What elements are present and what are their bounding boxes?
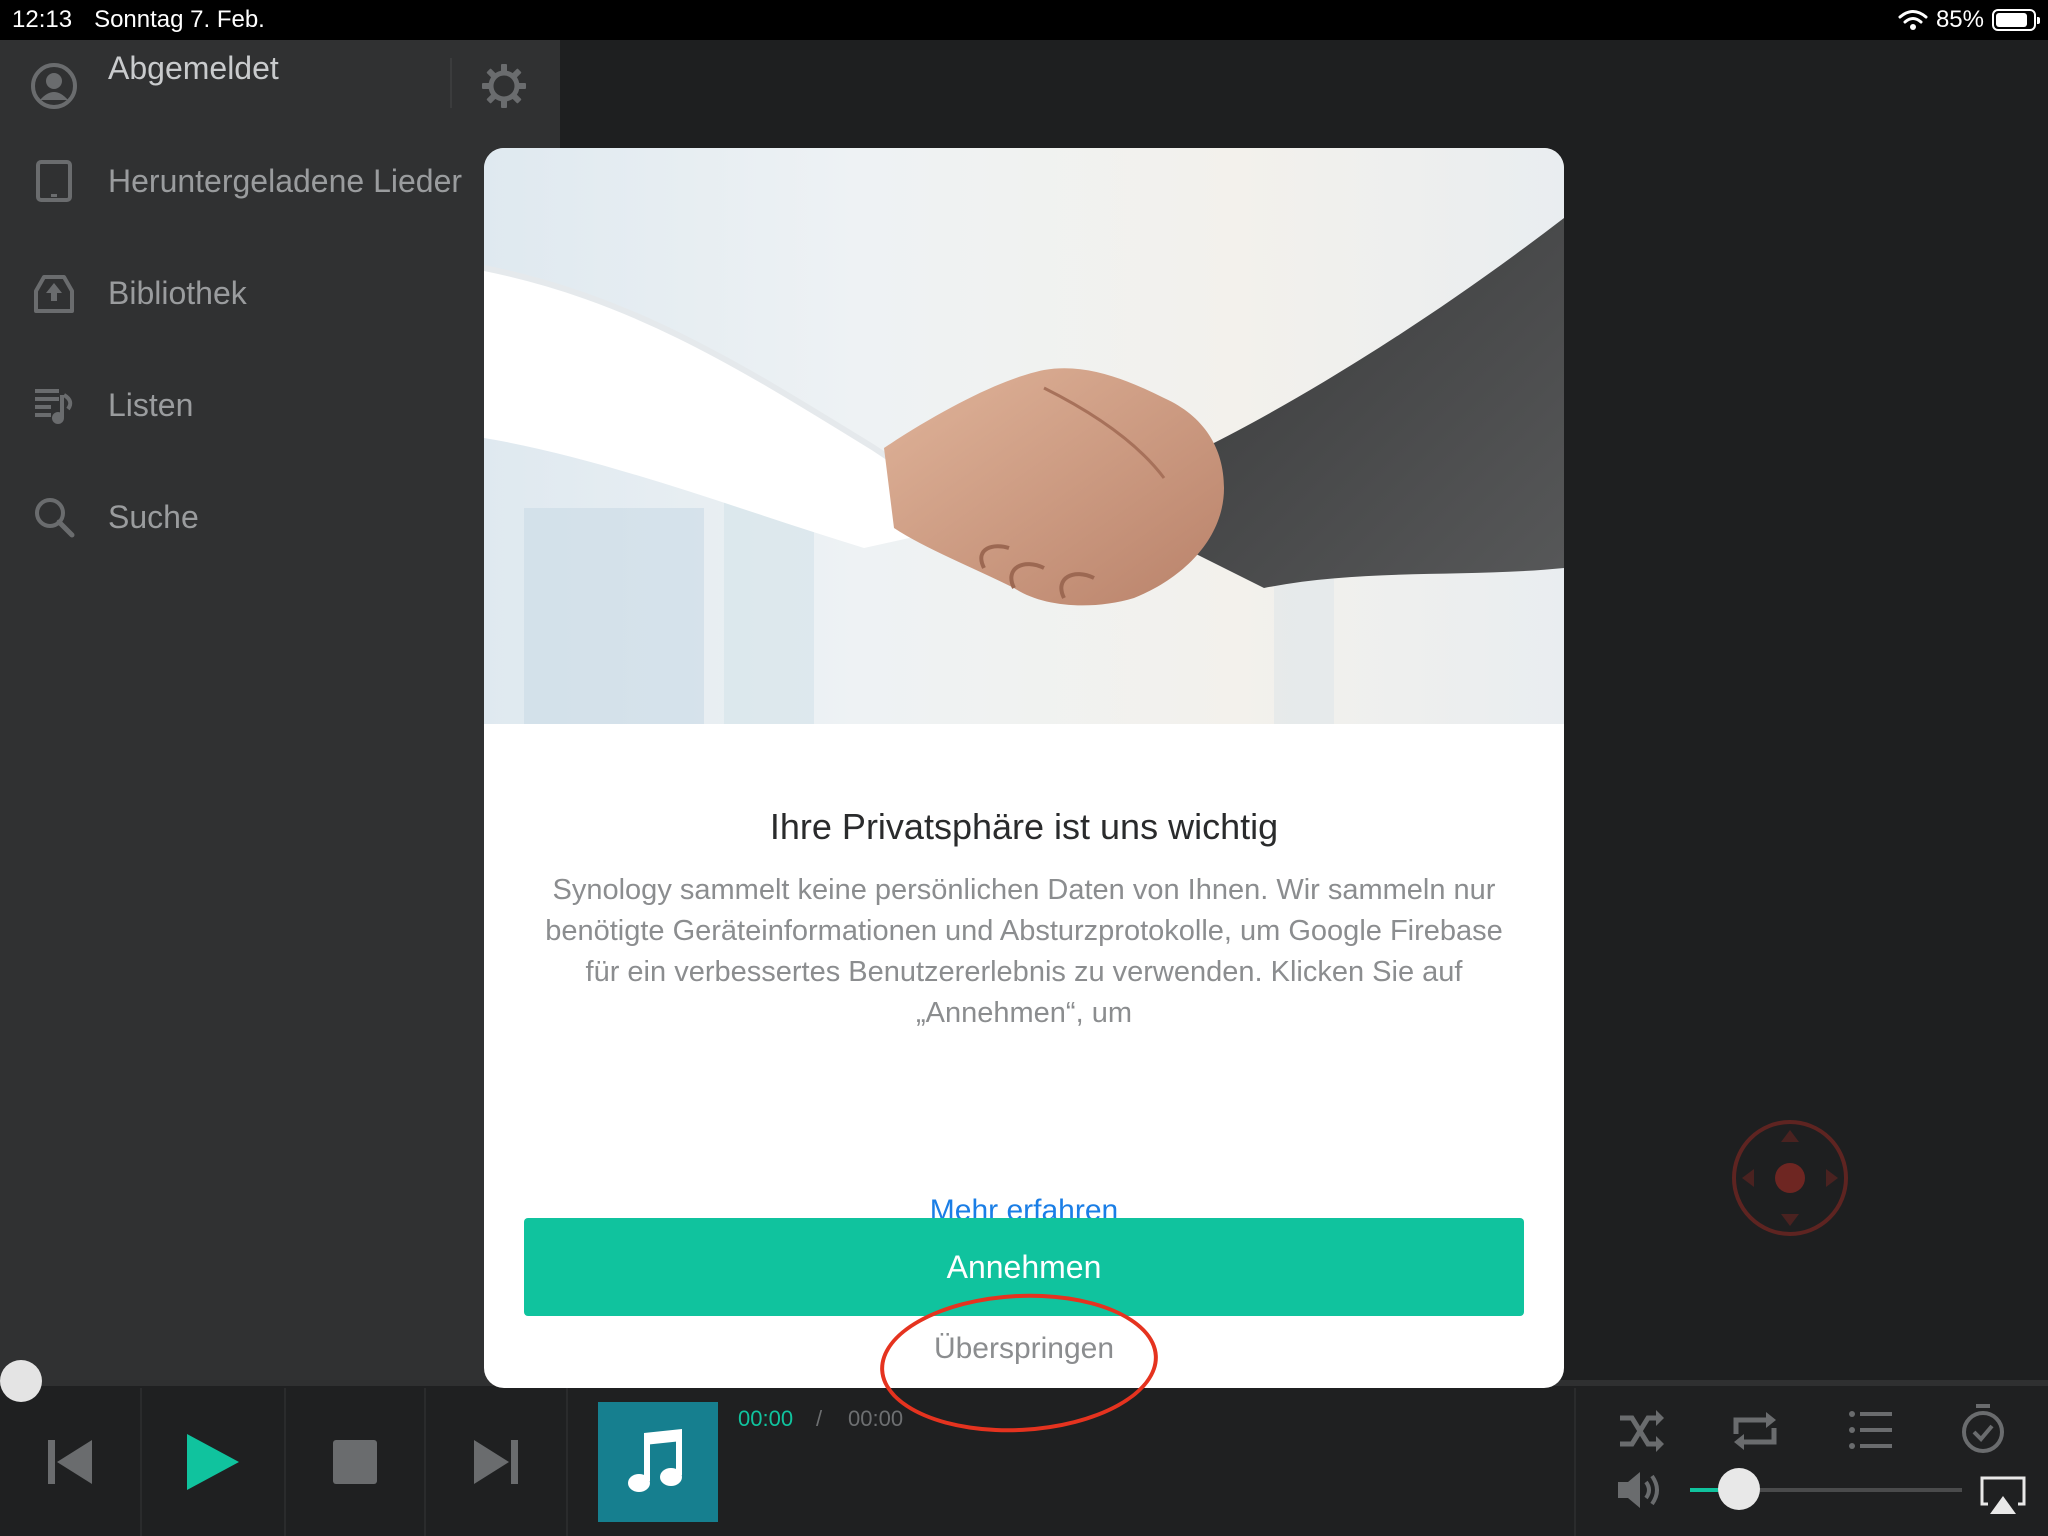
stop-icon [333,1440,377,1484]
divider [566,1388,568,1536]
search-icon [30,493,78,541]
wifi-icon [1898,10,1928,30]
privacy-dialog: Ihre Privatsphäre ist uns wichtig Synolo… [484,148,1564,1388]
user-avatar-icon [30,62,78,110]
sidebar-item-label: Suche [108,498,199,535]
queue-list-icon[interactable] [1846,1406,1894,1454]
stop-button[interactable] [286,1388,424,1536]
music-note-icon [628,1429,682,1492]
volume-handle[interactable] [1717,1468,1760,1510]
app-window: 12:13 Sonntag 7. Feb. 85% Abgemeldet Her… [0,0,2048,1536]
previous-button[interactable] [0,1388,140,1536]
status-bar: 12:13 Sonntag 7. Feb. 85% [0,0,2048,40]
shuffle-icon[interactable] [1616,1406,1666,1456]
divider [450,58,452,108]
volume-slider[interactable] [1690,1468,1962,1510]
handshake-image [484,148,1564,724]
dialog-title: Ihre Privatsphäre ist uns wichtig [769,806,1279,847]
next-icon [474,1440,518,1484]
sidebar-item-library[interactable]: Bibliothek [0,248,560,338]
play-button[interactable] [142,1388,284,1536]
airplay-icon[interactable] [1980,1476,2026,1516]
status-time: 12:13 [12,6,73,33]
repeat-icon[interactable] [1730,1406,1780,1456]
current-time: 00:00 [738,1406,794,1431]
volume-icon[interactable] [1616,1468,1666,1512]
divider [1574,1388,1576,1536]
gear-icon[interactable] [478,60,530,112]
sidebar-item-lists[interactable]: Listen [0,360,560,450]
sidebar-item-label: Bibliothek [108,274,247,311]
dialog-body-text: Synology sammelt keine persönlichen Date… [545,874,1503,1029]
next-button[interactable] [426,1388,566,1536]
sidebar-item-label: Heruntergeladene Lieder [108,162,463,199]
total-time: 00:00 [848,1406,904,1431]
sidebar-item-label: Listen [108,386,194,423]
battery-icon [1992,9,2040,31]
timer-icon[interactable] [1960,1402,2006,1454]
battery-percent: 85% [1935,6,1984,33]
album-cover[interactable] [598,1402,718,1522]
play-icon [187,1434,239,1490]
sidebar-user[interactable]: Abgemeldet [0,40,560,130]
previous-icon [48,1440,92,1484]
sidebar: Abgemeldet Heruntergeladene Lieder Bibli… [0,40,560,1380]
time-separator: / [816,1406,823,1431]
sidebar-user-label: Abgemeldet [108,50,279,86]
status-date: Sonntag 7. Feb. [94,6,265,33]
library-icon [30,269,78,317]
tablet-icon [30,157,78,205]
playlist-icon [30,381,78,429]
status-right: 85% [1898,6,2040,34]
sidebar-item-downloaded[interactable]: Heruntergeladene Lieder [0,136,560,226]
dpad-icon[interactable] [1730,1118,1850,1238]
sidebar-item-search[interactable]: Suche [0,472,560,562]
